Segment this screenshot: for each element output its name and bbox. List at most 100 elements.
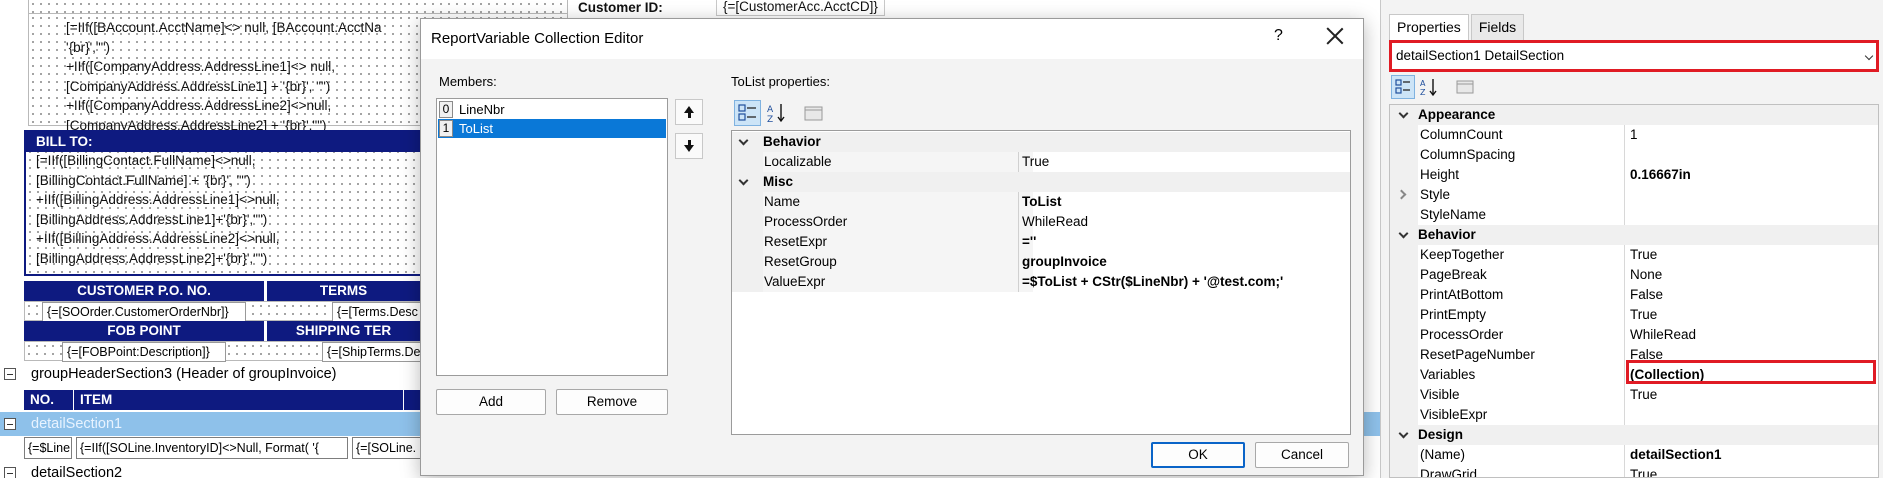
- prop-row[interactable]: VisibleExpr: [1390, 405, 1878, 425]
- col-no-header: NO.: [24, 390, 74, 410]
- chevron-down-icon[interactable]: [738, 175, 749, 186]
- prop-row[interactable]: Visible True: [1390, 385, 1878, 405]
- prop-row[interactable]: ColumnSpacing: [1390, 145, 1878, 165]
- member-item-tolist[interactable]: 1 ToList: [438, 119, 666, 138]
- customer-id-field[interactable]: {=[CustomerAcc.AcctCD]}: [716, 0, 885, 16]
- property-pages-icon: [804, 106, 823, 121]
- prop-row[interactable]: ValueExpr =$ToList + CStr($LineNbr) + '@t…: [732, 272, 1350, 292]
- category-appearance[interactable]: Appearance: [1390, 105, 1878, 125]
- prop-value[interactable]: =$ToList + CStr($LineNbr) + '@test.com;': [1022, 272, 1283, 292]
- chevron-down-icon[interactable]: [1398, 228, 1409, 239]
- chevron-down-icon[interactable]: [1398, 428, 1409, 439]
- collapse-toggle-icon[interactable]: [4, 418, 16, 430]
- sort-alpha-button[interactable]: A Z: [1417, 75, 1441, 99]
- shipping-terms-field[interactable]: {=[ShipTerms.Desc: [322, 342, 422, 362]
- bill-to-line: +IIf([BillingAddress.AddressLine1]<>null…: [36, 192, 280, 207]
- prop-value[interactable]: ToList: [1022, 192, 1062, 212]
- add-button[interactable]: Add: [436, 389, 546, 415]
- prop-value[interactable]: False: [1630, 285, 1663, 305]
- category-label: Misc: [763, 174, 794, 189]
- divider: [1018, 192, 1019, 212]
- prop-value[interactable]: ='': [1022, 232, 1036, 252]
- prop-row[interactable]: ColumnCount 1: [1390, 125, 1878, 145]
- sort-alpha-button[interactable]: A Z: [763, 100, 790, 126]
- prop-name: Style: [1420, 187, 1451, 202]
- prop-value[interactable]: detailSection1: [1630, 445, 1722, 465]
- prop-row[interactable]: ProcessOrder WhileRead: [1390, 325, 1878, 345]
- prop-name: KeepTogether: [1420, 247, 1505, 262]
- move-down-button[interactable]: [675, 133, 703, 159]
- prop-value[interactable]: True: [1630, 385, 1657, 405]
- prop-row[interactable]: StyleName: [1390, 205, 1878, 225]
- chevron-down-icon[interactable]: [1398, 108, 1409, 119]
- fob-point-field[interactable]: {=[FOBPoint:Description]}: [62, 342, 226, 362]
- inventory-id-field[interactable]: {=IIf([SOLine.InventoryID]<>Null, Format…: [76, 437, 348, 459]
- tab-properties[interactable]: Properties: [1389, 14, 1469, 40]
- category-behavior[interactable]: Behavior: [1390, 225, 1878, 245]
- chevron-right-icon[interactable]: [1396, 189, 1407, 200]
- property-grid[interactable]: Appearance ColumnCount 1 ColumnSpacing He…: [1389, 104, 1879, 478]
- prop-row[interactable]: KeepTogether True: [1390, 245, 1878, 265]
- ok-button[interactable]: OK: [1151, 442, 1245, 468]
- prop-row[interactable]: DrawGrid True: [1390, 465, 1878, 477]
- dialog-titlebar[interactable]: ReportVariable Collection Editor ?: [421, 19, 1363, 59]
- row-gutter: [1390, 205, 1418, 225]
- property-pages-button[interactable]: [800, 100, 827, 126]
- prop-value[interactable]: 0.16667in: [1630, 165, 1691, 185]
- divider: [1624, 345, 1625, 365]
- prop-row[interactable]: Style: [1390, 185, 1878, 205]
- help-button[interactable]: ?: [1274, 27, 1283, 45]
- terms-field[interactable]: {=[Terms.Desc: [332, 302, 422, 322]
- prop-row[interactable]: PageBreak None: [1390, 265, 1878, 285]
- prop-row[interactable]: ProcessOrder WhileRead: [732, 212, 1350, 232]
- prop-value[interactable]: True: [1630, 245, 1657, 265]
- prop-value[interactable]: WhileRead: [1630, 325, 1696, 345]
- company-address-expression[interactable]: [=IIf([BAccount.AcctName]<> null, [BAcco…: [66, 18, 382, 135]
- prop-row[interactable]: ResetGroup groupInvoice: [732, 252, 1350, 272]
- divider: [1624, 405, 1625, 425]
- property-grid[interactable]: Behavior Localizable True Misc Name ToList…: [731, 130, 1351, 435]
- property-pages-button[interactable]: [1453, 75, 1477, 99]
- divider: [1018, 152, 1019, 172]
- close-icon[interactable]: [1326, 27, 1344, 45]
- prop-row[interactable]: PrintAtBottom False: [1390, 285, 1878, 305]
- prop-value[interactable]: True: [1630, 465, 1657, 477]
- prop-name: PrintAtBottom: [1420, 287, 1504, 302]
- category-design[interactable]: Design: [1390, 425, 1878, 445]
- categorized-view-button[interactable]: [1391, 75, 1415, 99]
- prop-value[interactable]: WhileRead: [1022, 212, 1088, 232]
- category-behavior[interactable]: Behavior: [732, 132, 1350, 152]
- customer-id-label: Customer ID:: [578, 0, 663, 15]
- chevron-down-icon[interactable]: [738, 135, 749, 146]
- prop-row[interactable]: PrintEmpty True: [1390, 305, 1878, 325]
- cancel-button[interactable]: Cancel: [1255, 442, 1349, 468]
- member-item-linenbr[interactable]: 0 LineNbr: [438, 100, 666, 119]
- line-nbr-field[interactable]: {=$Line: [24, 437, 72, 459]
- prop-row[interactable]: Height 0.16667in: [1390, 165, 1878, 185]
- categorized-view-button[interactable]: [734, 100, 761, 126]
- prop-value[interactable]: 1: [1630, 125, 1638, 145]
- prop-row[interactable]: Name ToList: [732, 192, 1350, 212]
- prop-row[interactable]: (Name) detailSection1: [1390, 445, 1878, 465]
- prop-value[interactable]: groupInvoice: [1022, 252, 1107, 272]
- customer-po-header: CUSTOMER P.O. NO.: [24, 281, 264, 301]
- bill-to-expression[interactable]: [=IIf([BillingContact.FullName]<>null, […: [36, 151, 280, 268]
- collapse-toggle-icon[interactable]: [4, 467, 16, 478]
- customer-po-field[interactable]: {=[SOOrder.CustomerOrderNbr]}: [42, 302, 246, 322]
- prop-value[interactable]: True: [1630, 305, 1657, 325]
- collapse-toggle-icon[interactable]: [4, 368, 16, 380]
- prop-row[interactable]: Localizable True: [732, 152, 1350, 172]
- detail-row-fields: {=$Line {=IIf([SOLine.InventoryID]<>Null…: [24, 437, 432, 459]
- member-index: 1: [439, 120, 453, 137]
- remove-button[interactable]: Remove: [556, 389, 668, 415]
- move-up-button[interactable]: [675, 99, 703, 125]
- prop-value[interactable]: True: [1022, 152, 1049, 172]
- tab-fields[interactable]: Fields: [1470, 14, 1525, 40]
- members-list[interactable]: 0 LineNbr 1 ToList: [436, 98, 668, 376]
- object-selector[interactable]: detailSection1 DetailSection: [1389, 40, 1879, 72]
- prop-row[interactable]: ResetExpr ='': [732, 232, 1350, 252]
- category-misc[interactable]: Misc: [732, 172, 1350, 192]
- prop-name: ResetPageNumber: [1420, 347, 1535, 362]
- prop-name: ProcessOrder: [763, 212, 1033, 232]
- prop-value[interactable]: None: [1630, 265, 1662, 285]
